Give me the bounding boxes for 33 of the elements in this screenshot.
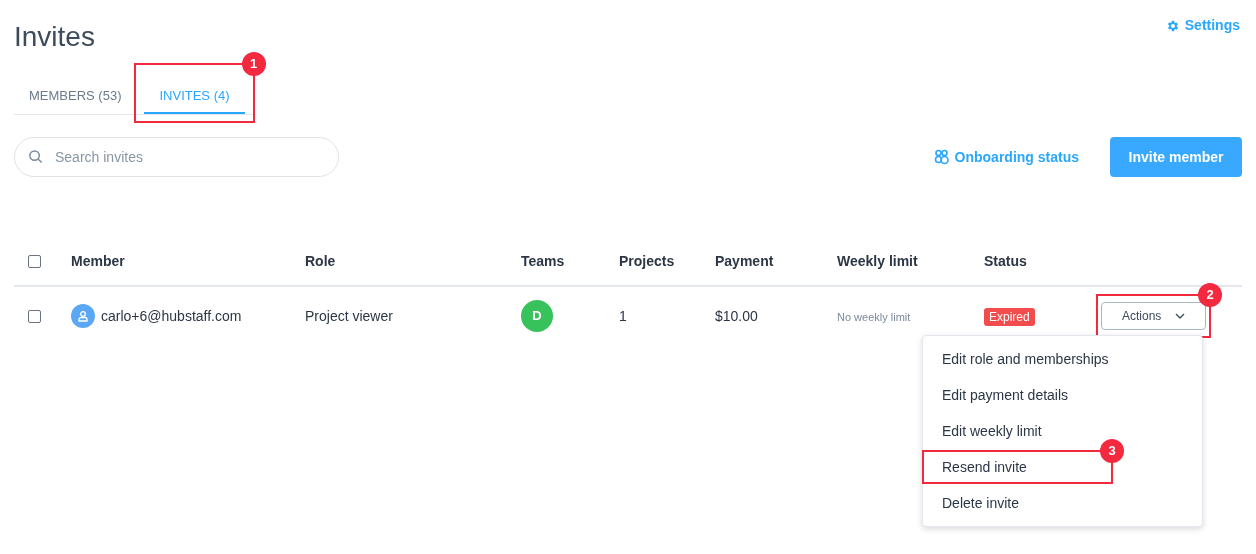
projects-count: 1 [619,307,627,324]
column-header: Projects [619,252,675,269]
people-icon [933,149,950,165]
step-badge: 2 [1198,283,1222,307]
column-header: Teams [521,252,565,269]
step-badge: 3 [1100,439,1124,463]
column-header: Role [305,252,336,269]
chevron-down-icon [1175,313,1186,319]
search-field[interactable]: Search invites [14,137,339,177]
column-header: Member [71,252,125,269]
step-badge: 1 [241,52,266,76]
page-title: Invites [14,20,95,54]
tab[interactable]: MEMBERS (53) [14,80,137,114]
status-badge: Expired [984,307,1035,326]
checkbox[interactable] [28,254,41,268]
column-header: Payment [715,252,774,269]
actions-dropdown[interactable]: Actions [1101,302,1207,330]
menu-item[interactable]: Edit weekly limit [923,413,1061,449]
menu-item[interactable]: Edit payment details [923,377,1088,413]
gear-icon [1165,18,1180,33]
payment-amount: $10.00 [715,307,758,324]
column-header: Status [984,252,1027,269]
member-email: carlo+6@hubstaff.com [101,306,242,326]
search-icon [28,149,43,164]
column-header: Weekly limit [837,252,918,269]
weekly-limit-text: No weekly limit [837,310,911,323]
menu-item[interactable]: Delete invite [923,485,1039,521]
team-avatar: D [521,300,553,332]
avatar [71,304,95,328]
menu-item[interactable]: Resend invite [923,449,1046,485]
role-text: Project viewer [305,307,393,324]
checkbox[interactable] [28,309,41,323]
menu-item[interactable]: Edit role and memberships [923,341,1128,377]
